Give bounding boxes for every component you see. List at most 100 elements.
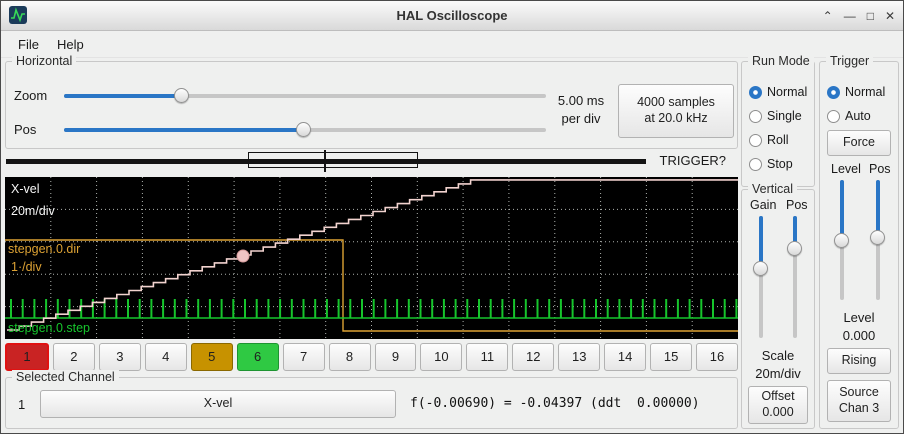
runmode-radio-normal[interactable]: Normal <box>749 84 807 100</box>
zoom-slider-fill <box>64 94 181 98</box>
scope-ch6-name: stepgen.0.step <box>8 322 90 336</box>
trigger-source-line2: Chan 3 <box>839 401 879 417</box>
channel-button-9[interactable]: 9 <box>375 343 417 371</box>
force-button-label: Force <box>843 135 875 151</box>
trigger-level-fill <box>840 180 844 240</box>
horizontal-group: Horizontal Zoom Pos 5.00 ms per div 4000… <box>5 61 738 149</box>
vertical-pos-label: Pos <box>786 198 808 212</box>
channel-button-8[interactable]: 8 <box>329 343 371 371</box>
vertical-gain-slider[interactable] <box>753 216 768 338</box>
vertical-gain-label: Gain <box>750 198 776 212</box>
radio-icon <box>827 110 840 123</box>
hpos-slider-thumb[interactable] <box>296 122 311 137</box>
radio-selected-icon <box>749 86 762 99</box>
trigger-pos-fill <box>876 180 880 237</box>
hal-oscilloscope-window: HAL Oscilloscope ⌃ — □ ✕ File Help Horiz… <box>0 0 904 434</box>
offset-button-label: Offset <box>761 389 794 405</box>
channel-button-7[interactable]: 7 <box>283 343 325 371</box>
minimize-icon[interactable]: — <box>844 10 856 22</box>
trigger-level-slider[interactable] <box>834 180 849 300</box>
trigger-pos-label: Pos <box>869 162 891 176</box>
timebase-unit: per div <box>550 111 612 126</box>
trigger-source-button[interactable]: Source Chan 3 <box>827 380 891 422</box>
channel-button-11[interactable]: 11 <box>466 343 508 371</box>
selected-channel-name: X-vel <box>204 396 232 412</box>
trigger-pos-thumb[interactable] <box>870 230 885 245</box>
trigger-radio-auto[interactable]: Auto <box>827 108 871 124</box>
channel-button-2[interactable]: 2 <box>53 343 95 371</box>
record-view-window[interactable] <box>248 152 418 168</box>
trigger-edge-button[interactable]: Rising <box>827 348 891 374</box>
horizontal-group-label: Horizontal <box>12 54 76 68</box>
zoom-slider[interactable] <box>64 88 546 103</box>
channel-button-16[interactable]: 16 <box>696 343 738 371</box>
selected-channel-group: Selected Channel 1 X-vel f(-0.00690) = -… <box>5 377 738 429</box>
trigger-group: Trigger Normal Auto Force Level Pos Leve… <box>819 61 899 429</box>
channel-button-1[interactable]: 1 <box>5 343 49 371</box>
trigger-question-label: TRIGGER? <box>660 153 726 168</box>
trigger-level-caption: Level <box>820 310 898 325</box>
radio-icon <box>749 134 762 147</box>
force-button[interactable]: Force <box>827 130 891 156</box>
channel-button-4[interactable]: 4 <box>145 343 187 371</box>
maximize-icon[interactable]: □ <box>867 10 874 22</box>
shade-icon[interactable]: ⌃ <box>823 10 833 22</box>
channel-button-5[interactable]: 5 <box>191 343 233 371</box>
hpos-slider[interactable] <box>64 122 546 137</box>
trigger-pos-slider[interactable] <box>870 180 885 300</box>
channel-button-15[interactable]: 15 <box>650 343 692 371</box>
scope-ch1-scale: 20m/div <box>11 205 55 219</box>
samples-button[interactable]: 4000 samples at 20.0 kHz <box>618 84 734 138</box>
trigger-group-label: Trigger <box>826 54 873 68</box>
trigger-radio-normal[interactable]: Normal <box>827 84 885 100</box>
scope-canvas <box>5 177 738 339</box>
window-title: HAL Oscilloscope <box>1 8 903 23</box>
menu-help[interactable]: Help <box>48 33 93 56</box>
record-position-bar: TRIGGER? <box>5 151 738 173</box>
runmode-radio-roll[interactable]: Roll <box>749 132 789 148</box>
trigger-level-label: Level <box>831 162 861 176</box>
radio-selected-icon <box>827 86 840 99</box>
channel-button-3[interactable]: 3 <box>99 343 141 371</box>
menu-file[interactable]: File <box>9 33 48 56</box>
channel-button-10[interactable]: 10 <box>420 343 462 371</box>
trigger-level-value: 0.000 <box>820 328 898 343</box>
trigger-level-thumb[interactable] <box>834 233 849 248</box>
channel-readout: f(-0.00690) = -0.04397 (ddt 0.00000) <box>410 396 700 411</box>
selected-channel-group-label: Selected Channel <box>12 370 119 384</box>
scale-value: 20m/div <box>742 366 814 381</box>
channel-button-14[interactable]: 14 <box>604 343 646 371</box>
runmode-radio-single[interactable]: Single <box>749 108 802 124</box>
zoom-label: Zoom <box>14 88 47 103</box>
selected-channel-name-button[interactable]: X-vel <box>40 390 396 418</box>
titlebar: HAL Oscilloscope ⌃ — □ ✕ <box>1 1 903 31</box>
scope-ch1-name: X-vel <box>11 183 39 197</box>
runmode-roll-label: Roll <box>767 133 789 147</box>
runmode-normal-label: Normal <box>767 85 807 99</box>
timebase-value: 5.00 ms <box>550 93 612 108</box>
radio-icon <box>749 110 762 123</box>
vertical-gain-thumb[interactable] <box>753 261 768 276</box>
offset-button[interactable]: Offset 0.000 <box>748 386 808 424</box>
samples-line2: at 20.0 kHz <box>644 111 707 127</box>
trigger-edge-label: Rising <box>842 353 877 369</box>
runmode-radio-stop[interactable]: Stop <box>749 156 793 172</box>
vertical-pos-thumb[interactable] <box>787 241 802 256</box>
offset-button-value: 0.000 <box>762 405 793 421</box>
channel-button-13[interactable]: 13 <box>558 343 600 371</box>
scope-ch5-name: stepgen.0.dir <box>8 243 80 257</box>
close-icon[interactable]: ✕ <box>885 10 895 22</box>
vertical-pos-slider[interactable] <box>787 216 802 338</box>
trigger-position-tick <box>324 150 326 172</box>
trigger-source-line1: Source <box>839 385 879 401</box>
selected-channel-number: 1 <box>18 397 25 412</box>
zoom-slider-thumb[interactable] <box>174 88 189 103</box>
hpos-slider-fill <box>64 128 303 132</box>
run-mode-group: Run Mode Normal Single Roll Stop <box>741 61 815 187</box>
runmode-single-label: Single <box>767 109 802 123</box>
runmode-stop-label: Stop <box>767 157 793 171</box>
run-mode-group-label: Run Mode <box>748 54 814 68</box>
hpos-label: Pos <box>14 122 36 137</box>
channel-button-12[interactable]: 12 <box>512 343 554 371</box>
channel-button-6[interactable]: 6 <box>237 343 279 371</box>
